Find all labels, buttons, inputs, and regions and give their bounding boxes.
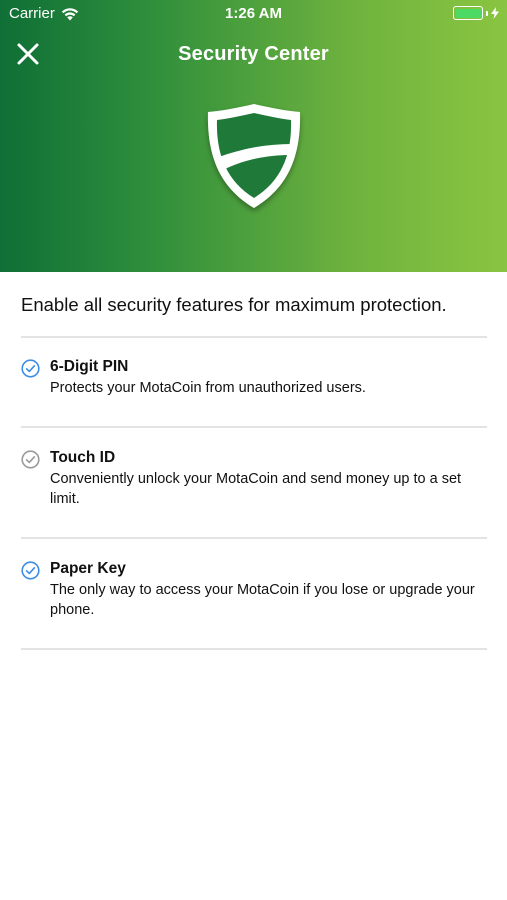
header: Carrier 1:26 AM Security Center (0, 0, 507, 272)
divider (21, 537, 487, 539)
feature-description: The only way to access your MotaCoin if … (50, 582, 475, 618)
feature-paper-key[interactable]: Paper Key The only way to access your Mo… (21, 560, 487, 624)
feature-title: 6-Digit PIN (50, 358, 129, 375)
divider (21, 426, 487, 428)
page-title: Security Center (178, 43, 329, 65)
feature-title: Touch ID (50, 449, 116, 466)
feature-description: Conveniently unlock your MotaCoin and se… (50, 471, 462, 507)
battery-indicator (453, 6, 499, 20)
status-bar: Carrier 1:26 AM (0, 0, 507, 28)
check-circle-icon (21, 450, 40, 469)
status-time: 1:26 AM (225, 5, 282, 22)
charging-bolt-icon (491, 7, 499, 19)
shield-icon (207, 104, 301, 208)
divider (21, 648, 487, 650)
feature-6-digit-pin[interactable]: 6-Digit PIN Protects your MotaCoin from … (21, 358, 487, 408)
divider (21, 336, 487, 338)
intro-text: Enable all security features for maximum… (21, 294, 447, 315)
feature-touch-id[interactable]: Touch ID Conveniently unlock your MotaCo… (21, 449, 487, 513)
battery-tip (486, 10, 488, 16)
battery-icon (453, 6, 483, 20)
check-circle-icon (21, 359, 40, 378)
check-circle-icon (21, 561, 40, 580)
feature-title: Paper Key (50, 560, 126, 577)
feature-description: Protects your MotaCoin from unauthorized… (50, 380, 366, 396)
battery-level (455, 8, 481, 18)
